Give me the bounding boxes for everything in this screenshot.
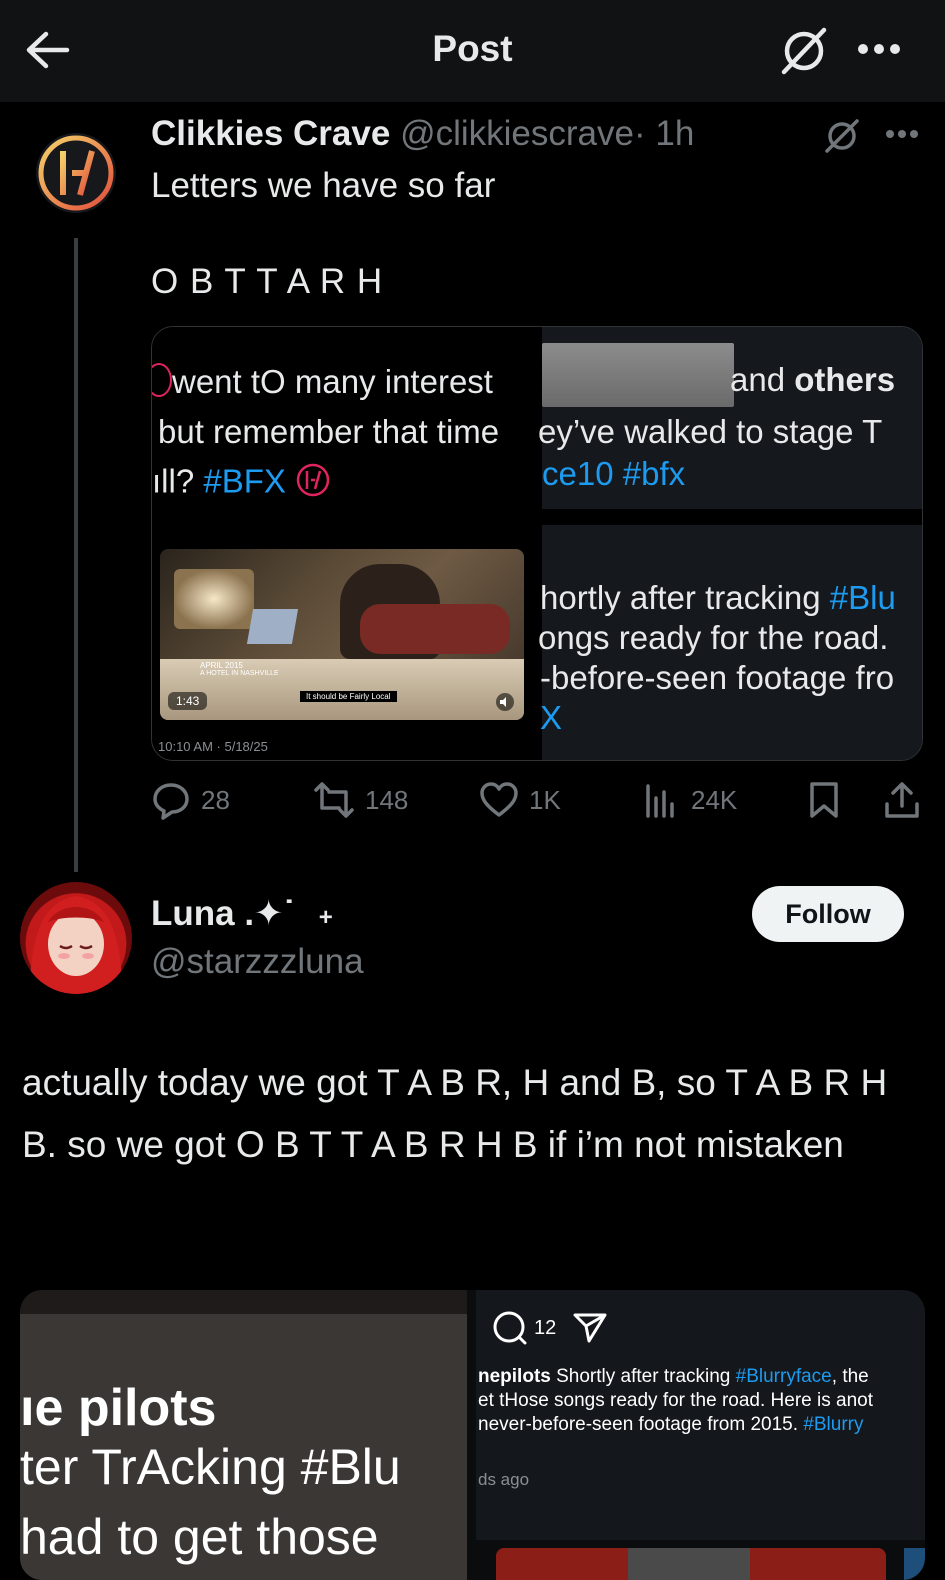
follow-button[interactable]: Follow	[752, 886, 904, 942]
image-right-panel: and others ey’ve walked to stage T ce10 …	[538, 327, 922, 760]
hashtag-link[interactable]: #Blu	[830, 579, 896, 616]
comment-button[interactable]: 12	[492, 1310, 608, 1346]
heart-icon	[480, 782, 518, 817]
reply-icon	[153, 783, 189, 820]
card-text: hortly after tracking	[540, 579, 821, 616]
image-text: ter TrAcking #Blu	[20, 1439, 401, 1495]
hashtag-link[interactable]: #Blurryface	[736, 1366, 832, 1387]
lamp-light	[174, 569, 254, 629]
views-count: 24K	[691, 784, 738, 815]
video-caption: APRIL 2015	[200, 661, 243, 670]
caption-text: et tHose songs ready for the road. Here …	[478, 1390, 873, 1411]
band-logo-icon	[295, 462, 331, 506]
views-button[interactable]: 24K	[645, 780, 737, 820]
post-image-card[interactable]: went tO many interest but remember that …	[151, 326, 923, 761]
post-time: · 1h	[633, 114, 695, 153]
bookmark-icon[interactable]	[807, 780, 841, 825]
card-text: others	[794, 361, 896, 398]
card-text: -before-seen footage fro	[540, 659, 895, 696]
author-handle[interactable]: @clikkiescrave	[400, 114, 634, 153]
hashtag-link[interactable]: X	[540, 699, 562, 737]
views-icon	[646, 784, 674, 818]
thread-connector-line	[74, 238, 78, 872]
caption-text: , the	[831, 1366, 869, 1387]
video-thumbnail[interactable]: APRIL 2015 A HOTEL IN NASHVILLE 1:43 It …	[160, 549, 524, 720]
card-text: and	[730, 361, 786, 398]
image-left-panel: ıe pilots ter TrAcking #Blu had to get t…	[20, 1290, 467, 1580]
post-header: Clikkies Crave @clikkiescrave· 1h	[151, 114, 694, 154]
hashtag-link[interactable]: #BFX	[203, 463, 286, 500]
image-text: had to get those	[20, 1509, 379, 1565]
send-icon	[573, 1313, 607, 1343]
panel-divider	[542, 509, 922, 525]
caption-text: never-before-seen footage from 2015.	[478, 1414, 799, 1435]
card-text: ey’ve walked to stage T	[538, 413, 883, 450]
image-left-panel: went tO many interest but remember that …	[152, 327, 542, 760]
comment-icon	[493, 1311, 527, 1345]
repost-button[interactable]: 148	[313, 780, 408, 820]
share-icon[interactable]	[883, 780, 921, 825]
repost-count: 148	[365, 784, 409, 815]
top-bar: Post	[0, 0, 945, 102]
redacted-block	[542, 343, 734, 407]
image-bottom-strip	[628, 1548, 750, 1580]
mute-icon[interactable]	[496, 693, 514, 711]
image-text: ıe pilots	[20, 1379, 217, 1437]
comment-count: 12	[534, 1316, 557, 1339]
image-right-panel: 12 nepilots Shortly after tracking #Blur…	[476, 1290, 925, 1540]
reply-button[interactable]: 28	[151, 780, 230, 820]
like-button[interactable]: 1K	[479, 780, 561, 820]
reply-image[interactable]: ıe pilots ter TrAcking #Blu had to get t…	[20, 1290, 925, 1580]
video-caption: A HOTEL IN NASHVILLE	[200, 670, 279, 677]
subscriber-badge: +	[318, 904, 333, 931]
grok-icon[interactable]	[823, 118, 861, 154]
reply-count: 28	[201, 784, 230, 815]
post-text-letters: O B T T A R H	[151, 262, 384, 301]
band-logo-icon	[152, 363, 172, 397]
laptop-screen	[246, 609, 299, 644]
like-count: 1K	[529, 784, 561, 815]
embedded-timestamp: 10:10 AM · 5/18/25	[158, 739, 268, 754]
post-actions: 28 148 1K 24K	[151, 780, 921, 824]
author-name[interactable]: Luna .✦˙	[151, 894, 295, 933]
card-text: but remember that time	[158, 413, 500, 450]
hashtag-link[interactable]: ce10	[542, 455, 614, 492]
author-handle[interactable]: @starzzzluna	[151, 942, 364, 982]
post-text: Letters we have so far	[151, 166, 496, 205]
more-options-icon[interactable]	[884, 128, 920, 140]
video-subtitle: It should be Fairly Local	[300, 691, 397, 702]
image-bottom-strip	[904, 1548, 925, 1580]
caption-username: nepilots	[478, 1366, 551, 1387]
avatar[interactable]	[20, 882, 132, 994]
caption-time: ds ago	[478, 1470, 530, 1489]
avatar[interactable]	[36, 133, 116, 213]
hashtag-link[interactable]: #bfx	[623, 455, 685, 492]
hashtag-link[interactable]: #Blurry	[803, 1414, 863, 1435]
reply-text: actually today we got T A B R, H and B, …	[22, 1062, 888, 1165]
grok-icon[interactable]	[778, 26, 830, 76]
person-shirt	[360, 604, 510, 654]
card-text: ıll?	[152, 462, 195, 500]
more-options-icon[interactable]	[856, 42, 902, 56]
repost-icon	[314, 782, 354, 818]
video-duration: 1:43	[168, 692, 208, 710]
caption-text: Shortly after tracking	[556, 1366, 731, 1387]
card-text: went tO many interest	[172, 363, 493, 400]
card-text: ongs ready for the road.	[538, 619, 889, 656]
author-name[interactable]: Clikkies Crave	[151, 114, 390, 153]
